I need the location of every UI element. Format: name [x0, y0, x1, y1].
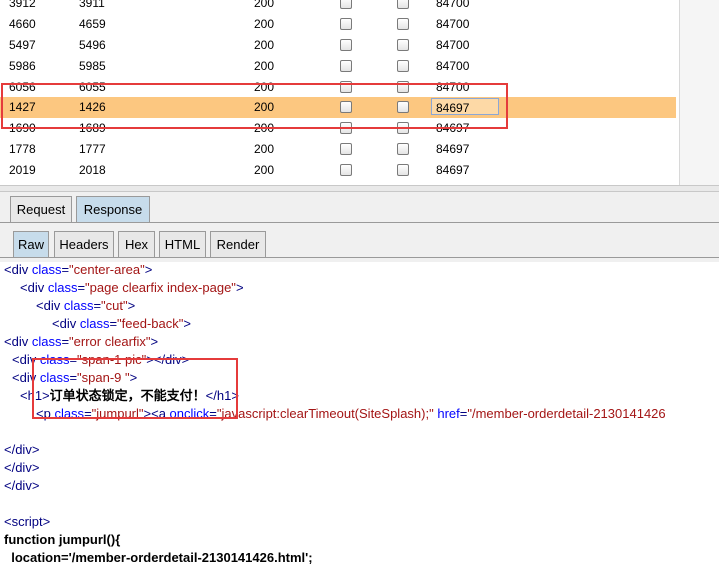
error-checkbox[interactable] — [340, 39, 352, 51]
payload: 1777 — [79, 142, 106, 156]
status-code: 200 — [254, 17, 275, 31]
code-line: </div> — [4, 442, 40, 457]
payload: 2018 — [79, 163, 106, 177]
subtab-raw[interactable]: Raw — [13, 231, 49, 257]
error-checkbox[interactable] — [340, 0, 352, 9]
error-checkbox[interactable] — [340, 60, 352, 72]
status-code: 200 — [254, 38, 275, 52]
response-length: 84697 — [436, 163, 470, 177]
table-row[interactable]: 2019 2018 200 84697 — [0, 160, 676, 181]
status-code: 200 — [254, 163, 275, 177]
table-row[interactable]: 1778 1777 200 84697 — [0, 139, 676, 160]
table-scrollbar[interactable] — [679, 0, 719, 185]
pane-splitter[interactable] — [0, 185, 719, 192]
table-row[interactable]: 4660 4659 200 84700 — [0, 14, 676, 35]
response-length: 84700 — [436, 38, 470, 52]
table-row[interactable]: 5497 5496 200 84700 — [0, 35, 676, 56]
payload: 3911 — [79, 0, 105, 10]
response-length: 84697 — [436, 142, 470, 156]
divider — [0, 257, 719, 258]
code-line: location='/member-orderdetail-2130141426… — [4, 550, 313, 565]
table-row[interactable]: 5986 5985 200 84700 — [0, 56, 676, 77]
request-number: 2019 — [9, 163, 36, 177]
request-number: 5986 — [9, 59, 36, 73]
subtab-html[interactable]: HTML — [159, 231, 206, 257]
code-line: </div> — [4, 478, 40, 493]
code-line: <div class="error clearfix"> — [4, 334, 159, 349]
code-line: </div> — [4, 460, 40, 475]
annotation-highlight-row — [1, 83, 508, 129]
payload: 5985 — [79, 59, 106, 73]
response-length: 84700 — [436, 17, 470, 31]
timeout-checkbox[interactable] — [397, 18, 409, 30]
status-code: 200 — [254, 59, 275, 73]
code-line: function jumpurl(){ — [4, 532, 121, 547]
divider — [0, 222, 719, 223]
payload: 5496 — [79, 38, 106, 52]
request-number: 5497 — [9, 38, 36, 52]
error-checkbox[interactable] — [340, 18, 352, 30]
request-number: 3912 — [9, 0, 36, 10]
response-length: 84700 — [436, 0, 470, 10]
annotation-highlight-message — [32, 358, 238, 419]
timeout-checkbox[interactable] — [397, 164, 409, 176]
payload: 4659 — [79, 17, 106, 31]
response-length: 84700 — [436, 59, 470, 73]
error-checkbox[interactable] — [340, 164, 352, 176]
code-line: <script> — [4, 514, 51, 529]
code-line: <div class="cut"> — [36, 298, 136, 313]
error-checkbox[interactable] — [340, 143, 352, 155]
timeout-checkbox[interactable] — [397, 39, 409, 51]
subtab-hex[interactable]: Hex — [118, 231, 155, 257]
tab-request[interactable]: Request — [10, 196, 72, 222]
code-line: <div class="page clearfix index-page"> — [20, 280, 244, 295]
code-line: <div class="center-area"> — [4, 262, 153, 277]
tab-response[interactable]: Response — [76, 196, 150, 222]
subtab-render[interactable]: Render — [210, 231, 266, 257]
timeout-checkbox[interactable] — [397, 60, 409, 72]
status-code: 200 — [254, 142, 275, 156]
subtab-headers[interactable]: Headers — [54, 231, 114, 257]
timeout-checkbox[interactable] — [397, 143, 409, 155]
code-line: <div class="feed-back"> — [52, 316, 191, 331]
table-row[interactable]: 3912 3911 200 84700 — [0, 0, 676, 14]
request-number: 4660 — [9, 17, 36, 31]
request-number: 1778 — [9, 142, 36, 156]
status-code: 200 — [254, 0, 275, 10]
timeout-checkbox[interactable] — [397, 0, 409, 9]
